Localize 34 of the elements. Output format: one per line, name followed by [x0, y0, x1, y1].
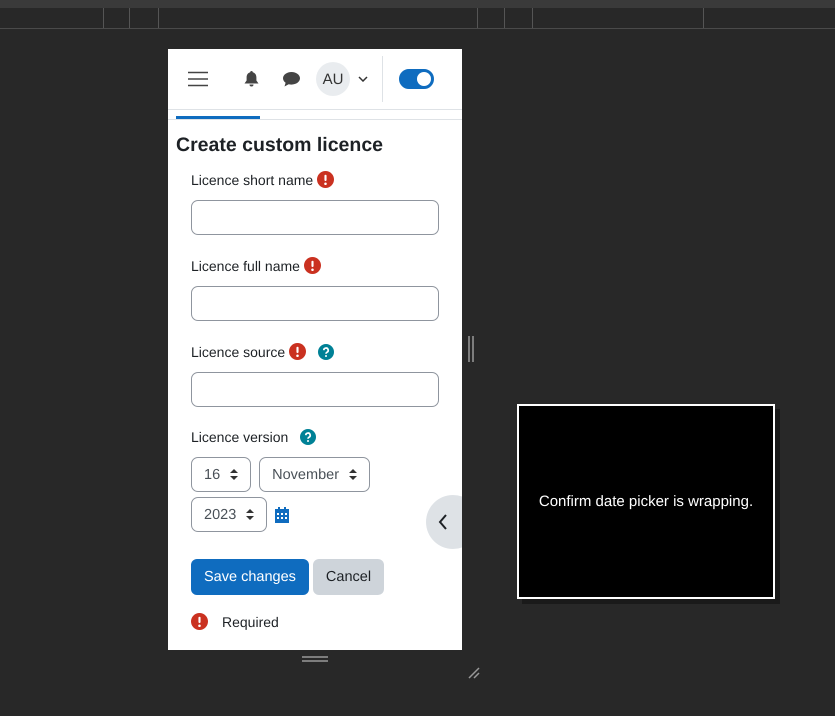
save-button[interactable]: Save changes — [191, 559, 309, 595]
sort-icon — [349, 469, 358, 480]
year-select[interactable]: 2023 — [191, 497, 268, 532]
user-avatar[interactable]: AU — [316, 62, 350, 96]
help-icon[interactable] — [318, 344, 334, 360]
caret-icon[interactable] — [358, 76, 368, 82]
menu-icon[interactable] — [188, 71, 208, 87]
field-label: Licence source — [191, 344, 286, 360]
help-icon[interactable] — [300, 429, 316, 445]
required-icon — [304, 257, 321, 274]
text-field[interactable] — [191, 200, 439, 235]
calendar-icon[interactable] — [275, 506, 290, 522]
field-label: Licence version — [191, 429, 288, 445]
edit-mode-toggle[interactable] — [399, 69, 434, 89]
sort-icon — [230, 469, 238, 480]
chevron-left-icon — [438, 514, 448, 530]
page-title: Create custom licence — [176, 134, 384, 157]
resize-corner-icon[interactable] — [468, 667, 480, 679]
text-field[interactable] — [191, 372, 439, 407]
required-icon — [289, 343, 306, 360]
required-icon — [191, 613, 208, 630]
resize-handle-icon[interactable] — [468, 336, 474, 362]
required-icon — [317, 171, 334, 188]
field-label: Licence short name — [191, 172, 314, 188]
resize-handle-icon[interactable] — [302, 656, 328, 662]
day-select[interactable]: 16 — [191, 457, 252, 492]
month-select[interactable]: November — [259, 457, 370, 492]
legend-text: Required — [222, 614, 279, 630]
field-label: Licence full name — [191, 258, 300, 274]
chat-icon[interactable] — [283, 72, 300, 86]
text-field[interactable] — [191, 286, 439, 321]
bell-icon[interactable] — [244, 71, 259, 87]
cancel-button[interactable]: Cancel — [312, 559, 384, 595]
sort-icon — [246, 509, 254, 520]
